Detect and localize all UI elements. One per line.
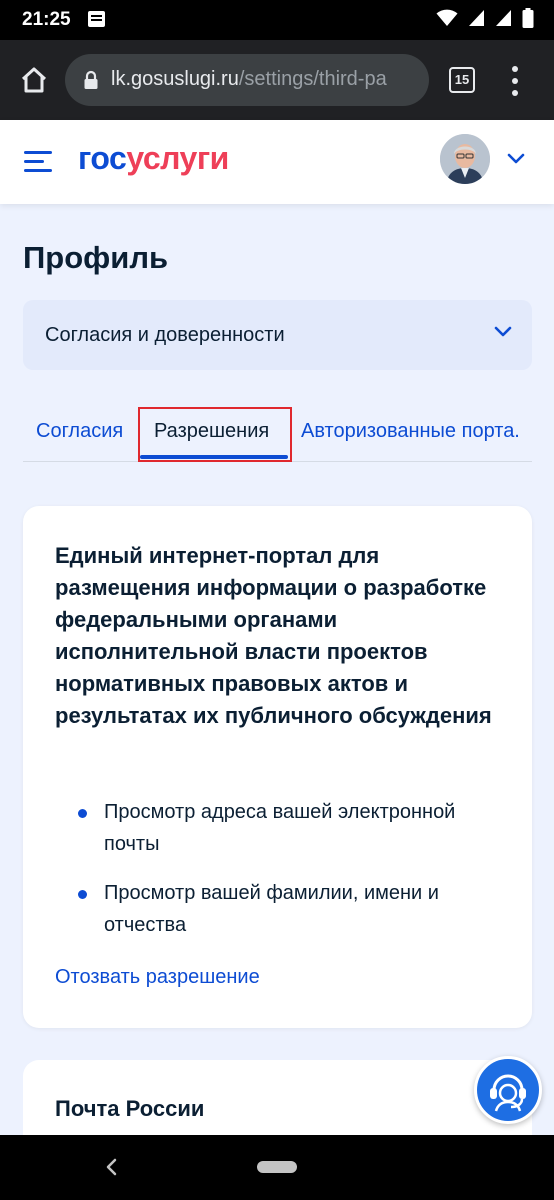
dropdown-label: Согласия и доверенности bbox=[45, 324, 285, 346]
status-bar: 21:25 bbox=[0, 0, 554, 40]
section-dropdown[interactable]: Согласия и доверенности bbox=[23, 300, 532, 370]
bullet-icon bbox=[78, 809, 87, 818]
more-vertical-icon[interactable] bbox=[505, 64, 525, 98]
lock-icon bbox=[84, 70, 98, 89]
permission-text: Просмотр вашей фамилии, имени и отчества bbox=[104, 882, 439, 936]
status-time: 21:25 bbox=[22, 9, 71, 30]
tab-count: 15 bbox=[454, 72, 470, 87]
tab-switcher-button[interactable]: 15 bbox=[449, 67, 475, 93]
home-icon[interactable] bbox=[14, 60, 54, 100]
gosuslugi-logo[interactable]: госуслуги bbox=[78, 140, 229, 177]
highlight-box bbox=[138, 407, 292, 462]
list-item: Просмотр вашей фамилии, имени и отчества bbox=[55, 877, 495, 941]
permission-text: Просмотр адреса вашей электронной почты bbox=[104, 801, 456, 855]
list-item: Просмотр адреса вашей электронной почты bbox=[55, 796, 495, 860]
address-bar[interactable]: lk.gosuslugi.ru/settings/third-pa bbox=[65, 54, 429, 106]
logo-part-gos: гос bbox=[78, 140, 127, 176]
url-host: lk.gosuslugi.ru bbox=[111, 68, 239, 90]
support-button[interactable] bbox=[474, 1056, 542, 1124]
back-chevron-icon[interactable] bbox=[103, 1157, 121, 1177]
avatar[interactable] bbox=[440, 134, 490, 184]
hamburger-menu-icon[interactable] bbox=[24, 149, 52, 175]
cellular-signal-icon bbox=[469, 10, 484, 26]
logo-part-uslugi: услуги bbox=[126, 140, 229, 176]
battery-icon bbox=[522, 8, 534, 28]
bullet-icon bbox=[78, 890, 87, 899]
permission-card: Единый интернет-портал для размещения ин… bbox=[23, 506, 532, 1028]
cellular-signal-icon bbox=[496, 10, 511, 26]
browser-toolbar: lk.gosuslugi.ru/settings/third-pa 15 bbox=[0, 40, 554, 120]
headset-icon bbox=[490, 1074, 526, 1112]
message-notification-icon bbox=[88, 11, 105, 27]
wifi-icon bbox=[436, 9, 458, 26]
url-text: lk.gosuslugi.ru/settings/third-pa bbox=[111, 68, 387, 91]
card-title: Единый интернет-портал для размещения ин… bbox=[55, 543, 492, 728]
tab-consents[interactable]: Согласия bbox=[36, 420, 123, 443]
revoke-permission-link[interactable]: Отозвать разрешение bbox=[55, 966, 260, 989]
system-navigation-bar bbox=[0, 1135, 554, 1200]
card-title: Почта России bbox=[55, 1096, 205, 1121]
home-pill[interactable] bbox=[257, 1161, 297, 1173]
chevron-down-icon[interactable] bbox=[507, 153, 525, 165]
site-header: госуслуги bbox=[0, 120, 554, 204]
page-title: Профиль bbox=[23, 240, 169, 275]
url-path: /settings/third-pa bbox=[238, 68, 387, 90]
tab-authorized-portals[interactable]: Авторизованные порта. bbox=[301, 420, 520, 443]
status-icons bbox=[436, 8, 534, 28]
chevron-down-icon bbox=[494, 326, 512, 337]
